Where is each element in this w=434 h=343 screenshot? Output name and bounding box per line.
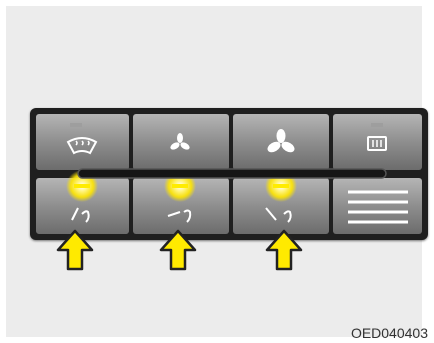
front-defrost-button[interactable] bbox=[36, 114, 129, 170]
indicator-light-strip bbox=[77, 168, 387, 179]
figure-caption: OED040403 bbox=[350, 325, 428, 341]
climate-panel-drawing bbox=[36, 114, 422, 271]
mode-floor-button[interactable] bbox=[233, 170, 329, 234]
fan-high-button[interactable] bbox=[233, 114, 329, 170]
front-defrost-led bbox=[70, 123, 82, 127]
rear-defrost-led bbox=[371, 123, 383, 127]
vent-grille bbox=[333, 178, 422, 234]
arrow-up-icon bbox=[265, 229, 303, 271]
mode-bilevel-button[interactable] bbox=[133, 170, 229, 234]
rear-defrost-button[interactable] bbox=[333, 114, 422, 170]
arrow-up-icon bbox=[159, 229, 197, 271]
arrow-up-icon bbox=[56, 229, 94, 271]
mode-face-button[interactable] bbox=[36, 170, 129, 234]
fan-low-button[interactable] bbox=[133, 114, 229, 170]
